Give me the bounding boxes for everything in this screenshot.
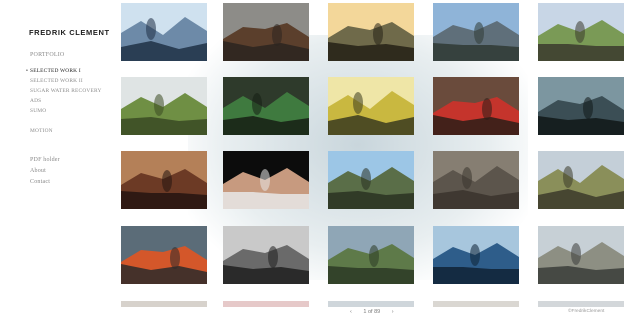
site-title[interactable]: FREDRIK CLEMENT [29,28,110,37]
page-status: 1 of 89 [363,309,381,315]
photo-thumbnail-partial[interactable] [223,301,309,307]
photo-thumbnail-bw-shirtless-athlete[interactable] [223,226,309,284]
photo-thumbnail-jumping-into-lake[interactable] [433,226,519,284]
photo-thumbnail-runner-at-sunset[interactable] [328,3,414,61]
photo-thumbnail-climber-grassy-slope[interactable] [538,3,624,61]
photo-thumbnail-orange-jacket-rain[interactable] [121,226,207,284]
photo-thumbnail-hiker-on-misty-ridge[interactable] [121,3,207,61]
nav-about[interactable]: About [30,168,46,174]
photo-thumbnail-partial[interactable] [538,301,624,307]
photo-thumbnail-climber-red-rock[interactable] [121,151,207,209]
photo-thumbnail-hikers-blue-sky-peaks[interactable] [433,3,519,61]
nav-item-selected-work-i[interactable]: SELECTED WORK I [26,68,81,74]
next-page-button[interactable]: › [392,309,394,315]
photo-thumbnail-couple-red-jackets[interactable] [433,77,519,135]
photo-thumbnail-woman-portrait-dark[interactable] [223,151,309,209]
nav-item-ads[interactable]: ADS [30,98,41,104]
photo-thumbnail-partial[interactable] [328,301,414,307]
photo-thumbnail-hikers-on-ridge[interactable] [538,151,624,209]
photo-thumbnail-trail-runner-mountains[interactable] [328,151,414,209]
pagination: ‹ 1 of 89 › [350,309,404,315]
gallery-grid [118,0,628,322]
photo-thumbnail-swimmer-in-water[interactable] [538,77,624,135]
nav-item-selected-work-ii[interactable]: SELECTED WORK II [30,78,83,84]
nav-pdf-holder[interactable]: PDF holder [30,157,60,163]
photo-thumbnail-runner-road-poles[interactable] [538,226,624,284]
photo-thumbnail-rocky-scree-slope[interactable] [433,151,519,209]
nav-item-sumo[interactable]: SUMO [30,108,46,114]
photo-thumbnail-partial[interactable] [121,301,207,307]
photo-thumbnail-hands-green-jacket[interactable] [223,77,309,135]
photo-thumbnail-green-hills-mist[interactable] [121,77,207,135]
photo-thumbnail-cyclist-yellow-light[interactable] [328,77,414,135]
sidebar: FREDRIK CLEMENT PORTFOLIO SELECTED WORK … [0,0,118,322]
nav-contact[interactable]: Contact [30,179,50,185]
prev-page-button[interactable]: ‹ [350,309,352,315]
nav-item-sugar-water-recovery[interactable]: SUGAR WATER RECOVERY [30,88,102,94]
photo-thumbnail-striped-mountain-valley[interactable] [223,3,309,61]
photo-credit: ©FredrikClement [568,309,605,314]
photo-thumbnail-valley-river-clouds[interactable] [328,226,414,284]
nav-motion[interactable]: MOTION [30,128,53,134]
photo-thumbnail-partial[interactable] [433,301,519,307]
nav-portfolio[interactable]: PORTFOLIO [30,52,64,58]
